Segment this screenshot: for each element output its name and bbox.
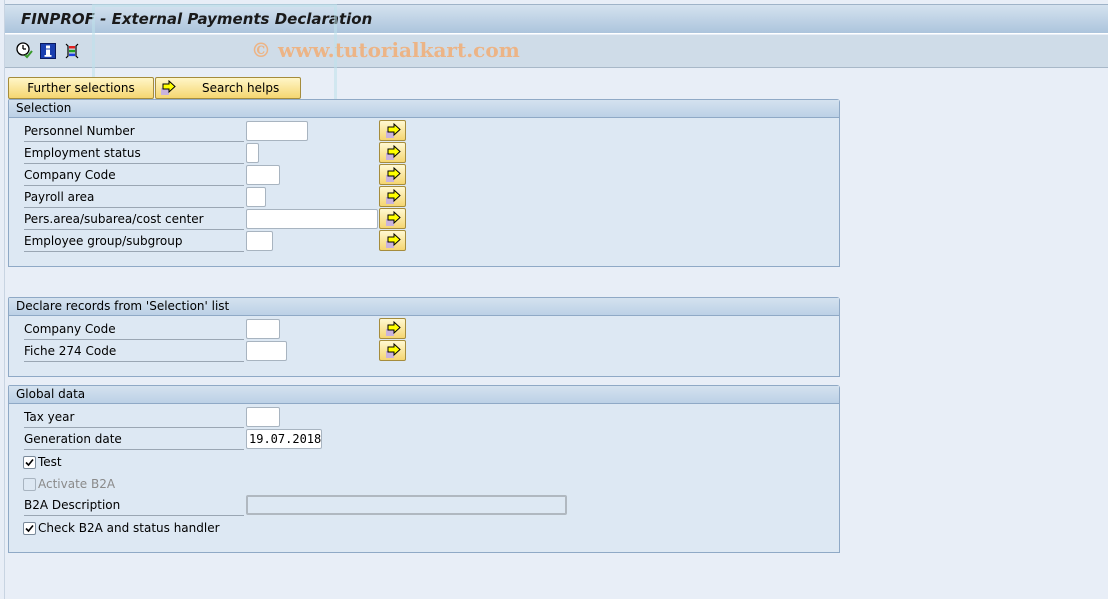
activate-b2a-label: Activate B2A <box>38 477 116 491</box>
field-label: Payroll area <box>24 187 244 208</box>
search-helps-button[interactable]: Search helps <box>155 77 301 99</box>
page-title: FINPROF - External Payments Declaration <box>21 10 373 28</box>
arrow-right-icon <box>385 166 401 182</box>
payroll-area-input[interactable] <box>246 187 266 207</box>
arrow-right-icon <box>385 320 401 336</box>
arrow-right-icon <box>385 144 401 160</box>
field-label: Employee group/subgroup <box>24 231 244 252</box>
test-checkbox-row[interactable]: Test <box>23 453 62 471</box>
field-label: Fiche 274 Code <box>24 341 244 362</box>
field-label: Generation date <box>24 429 244 450</box>
field-label: Pers.area/subarea/cost center <box>24 209 244 230</box>
checkmark-icon <box>25 458 34 466</box>
arrow-right-icon <box>385 342 401 358</box>
checkmark-icon <box>25 524 34 532</box>
multiple-selection-button[interactable] <box>379 208 406 229</box>
check-b2a-label: Check B2A and status handler <box>38 521 220 535</box>
execute-clock-icon[interactable] <box>16 42 33 59</box>
search-helps-label: Search helps <box>202 81 280 95</box>
arrow-right-icon <box>385 188 401 204</box>
check-b2a-checkbox-row[interactable]: Check B2A and status handler <box>23 519 220 537</box>
multiple-selection-button[interactable] <box>379 164 406 185</box>
check-b2a-checkbox[interactable] <box>23 521 36 535</box>
personnel-number-input[interactable] <box>246 121 308 141</box>
arrow-right-icon <box>385 232 401 248</box>
field-label: Personnel Number <box>24 121 244 142</box>
fiche-274-code-input[interactable] <box>246 341 287 361</box>
field-label: Company Code <box>24 165 244 186</box>
field-label: Company Code <box>24 319 244 340</box>
multiple-selection-button[interactable] <box>379 340 406 361</box>
generation-date-input[interactable]: 19.07.2018 <box>246 429 322 449</box>
multiple-selection-button[interactable] <box>379 142 406 163</box>
arrow-right-icon <box>385 122 401 138</box>
multiple-selection-button[interactable] <box>379 318 406 339</box>
b2a-description-input <box>246 495 567 515</box>
multiple-selection-button[interactable] <box>379 230 406 251</box>
title-bar: FINPROF - External Payments Declaration <box>5 4 1108 34</box>
watermark-text: © www.tutorialkart.com <box>251 38 520 62</box>
tax-year-input[interactable] <box>246 407 280 427</box>
section-header: Global data <box>9 386 839 404</box>
application-toolbar: © www.tutorialkart.com <box>5 35 1108 68</box>
field-label: Tax year <box>24 407 244 428</box>
arrow-right-icon <box>160 80 176 96</box>
section-header: Selection <box>9 100 839 118</box>
arrow-right-icon <box>385 210 401 226</box>
declare-company-code-input[interactable] <box>246 319 280 339</box>
info-icon[interactable] <box>39 42 56 59</box>
test-checkbox[interactable] <box>23 455 36 469</box>
selection-options-icon[interactable] <box>63 42 80 59</box>
multiple-selection-button[interactable] <box>379 186 406 207</box>
activate-b2a-checkbox <box>23 477 36 491</box>
multiple-selection-button[interactable] <box>379 120 406 141</box>
field-label: B2A Description <box>24 495 244 516</box>
field-label: Employment status <box>24 143 244 164</box>
test-checkbox-label: Test <box>38 455 62 469</box>
section-header: Declare records from 'Selection' list <box>9 298 839 316</box>
employment-status-input[interactable] <box>246 143 259 163</box>
window-frame-left <box>0 0 5 599</box>
activate-b2a-checkbox-row: Activate B2A <box>23 475 115 493</box>
company-code-input[interactable] <box>246 165 280 185</box>
further-selections-button[interactable]: Further selections <box>8 77 154 99</box>
pers-area-input[interactable] <box>246 209 378 229</box>
employee-group-input[interactable] <box>246 231 273 251</box>
